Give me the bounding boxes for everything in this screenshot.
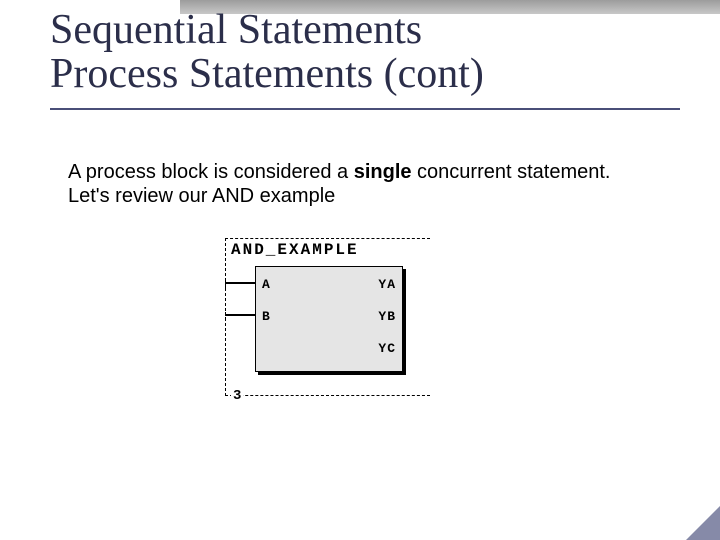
pin-label-ya: YA — [378, 277, 396, 292]
body-text-before: A process block is considered a — [68, 161, 354, 183]
pin-lead-a — [225, 282, 256, 284]
pin-label-b: B — [262, 309, 271, 324]
page-corner-fold-icon — [686, 506, 720, 540]
block-diagram: AND_EXAMPLE A B YA YB YC 3 — [225, 238, 430, 396]
instance-number: 3 — [231, 388, 243, 404]
title-line-2: Process Statements (cont) — [50, 51, 484, 97]
slide: Sequential Statements Process Statements… — [0, 0, 720, 540]
pin-lead-b — [225, 314, 256, 316]
body-paragraph: A process block is considered a single c… — [68, 160, 640, 208]
pin-label-yb: YB — [378, 309, 396, 324]
pin-label-yc: YC — [378, 341, 396, 356]
title-underline — [50, 108, 680, 110]
diagram-border-bottom — [225, 395, 430, 396]
title-line-1: Sequential Statements — [50, 7, 422, 53]
slide-title: Sequential Statements Process Statements… — [50, 8, 680, 96]
pin-label-a: A — [262, 277, 271, 292]
body-text-emphasis: single — [354, 161, 412, 183]
entity-box: A B YA YB YC — [255, 266, 403, 372]
diagram-border-top — [225, 238, 430, 239]
block-name-label: AND_EXAMPLE — [231, 241, 430, 259]
